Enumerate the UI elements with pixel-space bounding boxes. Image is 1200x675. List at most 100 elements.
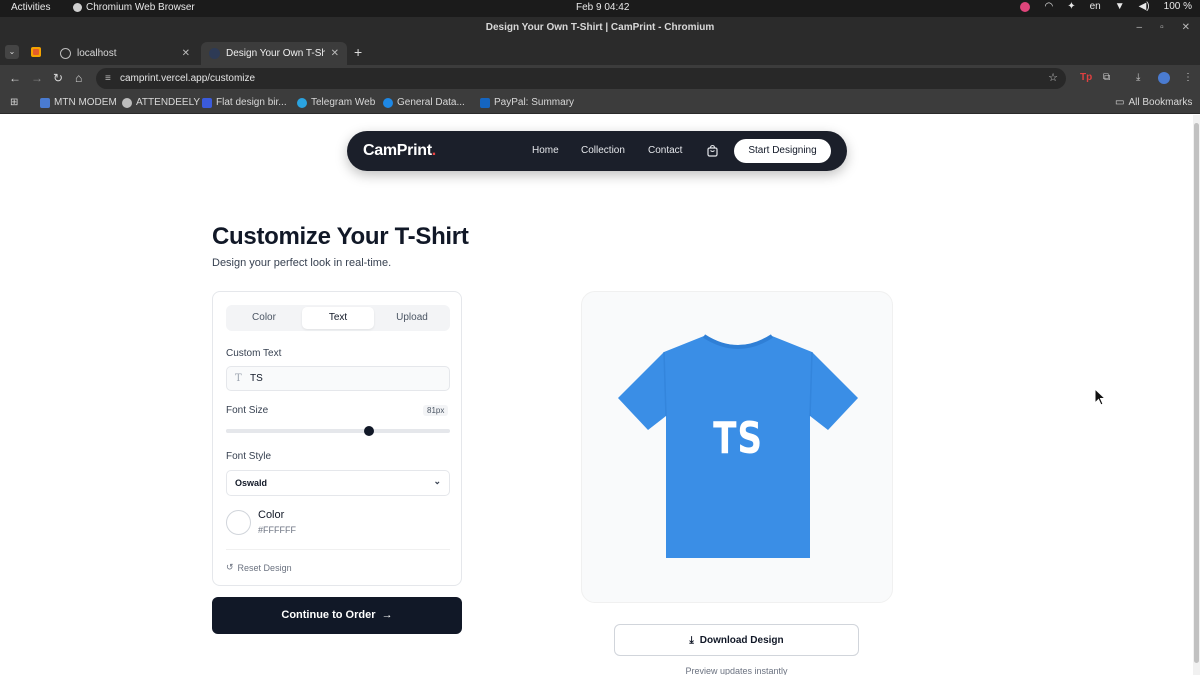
tab-color[interactable]: Color (228, 307, 300, 329)
bookmark-favicon-icon (383, 97, 393, 108)
telegram-icon (297, 97, 307, 108)
text-color-hex: #FFFFFF (258, 525, 296, 535)
app-name: Chromium Web Browser (86, 2, 195, 13)
page-subtitle: Design your perfect look in real-time. (212, 257, 392, 269)
record-indicator-icon (1020, 1, 1031, 12)
browser-menu-icon[interactable]: ⋮ (1183, 72, 1193, 83)
tab-localhost[interactable]: localhost ✕ (52, 42, 198, 65)
bookmark-favicon-icon (202, 97, 212, 108)
start-designing-button[interactable]: Start Designing (734, 139, 831, 163)
customizer-panel: Color Text Upload Custom Text T TS Font … (212, 291, 462, 586)
bookmark-flat-design[interactable]: Flat design bir... (202, 97, 287, 108)
page-title: Customize Your T-Shirt (212, 223, 469, 250)
close-tab-icon[interactable]: ✕ (331, 48, 339, 59)
divider (226, 549, 450, 550)
reset-design-button[interactable]: ↺ Reset Design (226, 562, 292, 573)
bookmark-label: Flat design bir... (216, 97, 287, 108)
browser-toolbar: ← → ↻ ⌂ ≡ camprint.vercel.app/customize … (0, 65, 1200, 92)
nav-contact-link[interactable]: Contact (648, 145, 682, 156)
tab-label: localhost (77, 48, 117, 59)
shopping-bag-icon[interactable] (706, 144, 719, 157)
site-info-icon[interactable]: ≡ (105, 68, 111, 89)
custom-text-value: TS (250, 373, 263, 384)
app-menu[interactable]: Chromium Web Browser (73, 2, 195, 13)
preview-note: Preview updates instantly (685, 666, 788, 675)
system-tray[interactable]: ◠ ✦ en ▼ ◀) 100 % (1020, 1, 1192, 12)
extension-tp-icon[interactable]: Tp (1080, 72, 1092, 83)
clock[interactable]: Feb 9 04:42 (576, 2, 629, 13)
bookmark-favicon-icon (40, 97, 50, 108)
custom-text-input[interactable]: T TS (226, 366, 450, 391)
font-size-slider[interactable] (226, 426, 450, 436)
new-tab-icon[interactable]: + (354, 44, 362, 60)
slider-thumb[interactable] (364, 426, 375, 436)
bookmark-star-icon[interactable]: ☆ (1048, 68, 1058, 89)
bookmark-general-data[interactable]: General Data... (383, 97, 465, 108)
forward-icon[interactable]: → (31, 71, 43, 85)
bookmark-label: General Data... (397, 97, 465, 108)
window-controls: – ▫ ✕ (1137, 17, 1191, 39)
slider-fill (226, 429, 370, 433)
apps-grid-icon[interactable]: ⊞ (10, 97, 18, 108)
text-color-swatch[interactable] (226, 510, 251, 535)
window-title: Design Your Own T-Shirt | CamPrint - Chr… (485, 22, 715, 33)
font-style-select[interactable]: Oswald ⌄ (226, 470, 450, 496)
download-icon: ⤓ (689, 634, 694, 646)
customizer-tabs: Color Text Upload (226, 305, 450, 331)
language-indicator[interactable]: en (1090, 1, 1101, 12)
window-title-bar: Design Your Own T-Shirt | CamPrint - Chr… (0, 17, 1200, 39)
all-bookmarks-folder[interactable]: ▭ All Bookmarks (1115, 97, 1192, 108)
order-button-label: Continue to Order (281, 609, 376, 621)
tshirt-preview: TS (581, 291, 893, 603)
folder-icon: ▭ (1115, 97, 1125, 108)
close-tab-icon[interactable]: ✕ (182, 48, 190, 59)
logo-text: CamPrint (363, 142, 432, 159)
bookmark-telegram[interactable]: Telegram Web (297, 97, 375, 108)
web-page: CamPrint. Home Collection Contact Start … (0, 115, 1193, 675)
page-scrollbar[interactable] (1193, 115, 1200, 675)
bookmark-paypal[interactable]: PayPal: Summary (480, 97, 574, 108)
reset-label: Reset Design (237, 562, 292, 573)
maximize-button[interactable]: ▫ (1160, 17, 1164, 39)
shirt-design-text: TS (713, 413, 763, 464)
pinned-tab-icon[interactable] (30, 46, 42, 58)
bookmark-label: ATTENDEELY (136, 97, 201, 108)
scrollbar-thumb[interactable] (1194, 123, 1199, 663)
tab-camprint[interactable]: Design Your Own T-Shirt ✕ (201, 42, 347, 65)
tab-label: Design Your Own T-Shirt (226, 48, 325, 59)
tab-upload[interactable]: Upload (376, 307, 448, 329)
tab-search-icon[interactable]: ⌄ (5, 45, 19, 59)
bookmark-attendeely[interactable]: ATTENDEELY (122, 97, 200, 108)
text-color-label: Color (258, 509, 285, 521)
all-bookmarks-label: All Bookmarks (1128, 97, 1193, 108)
network-icon: ◠ (1044, 1, 1054, 12)
activities-button[interactable]: Activities (11, 2, 50, 13)
reset-icon: ↺ (226, 562, 234, 572)
wifi-icon: ▼ (1114, 1, 1125, 12)
chromium-icon (73, 3, 82, 12)
nav-home-link[interactable]: Home (532, 145, 559, 156)
profile-avatar-icon[interactable] (1158, 72, 1170, 84)
nav-collection-link[interactable]: Collection (581, 145, 625, 156)
tab-strip: ⌄ localhost ✕ Design Your Own T-Shirt ✕ (0, 39, 1200, 65)
tab-text[interactable]: Text (302, 307, 374, 329)
battery-level: 100 % (1163, 1, 1192, 12)
download-design-button[interactable]: ⤓ Download Design (614, 624, 859, 656)
address-bar[interactable]: ≡ camprint.vercel.app/customize ☆ (96, 68, 1066, 89)
home-icon[interactable]: ⌂ (75, 71, 82, 85)
site-logo[interactable]: CamPrint. (363, 142, 436, 160)
downloads-icon[interactable]: ⤓ (1136, 72, 1140, 83)
bookmark-mtn-modem[interactable]: MTN MODEM (40, 97, 117, 108)
camprint-favicon-icon (209, 48, 220, 59)
paypal-icon (480, 97, 490, 108)
continue-to-order-button[interactable]: Continue to Order → (212, 597, 462, 634)
mouse-cursor-icon (1094, 388, 1106, 406)
back-icon[interactable]: ← (9, 71, 21, 85)
font-style-label: Font Style (226, 451, 272, 462)
minimize-button[interactable]: – (1137, 17, 1143, 39)
reload-icon[interactable]: ↻ (53, 71, 63, 85)
bookmark-label: Telegram Web (311, 97, 376, 108)
custom-text-label: Custom Text (226, 348, 282, 359)
close-window-button[interactable]: ✕ (1182, 17, 1190, 39)
extensions-puzzle-icon[interactable]: ⧉ (1103, 72, 1110, 83)
